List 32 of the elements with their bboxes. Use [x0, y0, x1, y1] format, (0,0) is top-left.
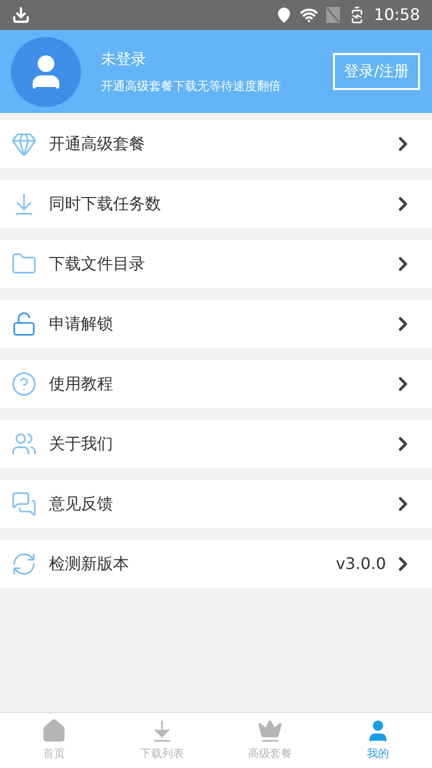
menu-item[interactable]: 开通高级套餐	[0, 120, 432, 168]
refresh-icon	[11, 551, 37, 577]
menu-label: 检测新版本	[49, 553, 130, 575]
download-icon	[12, 6, 30, 24]
menu-label: 申请解锁	[49, 313, 114, 335]
menu-label: 关于我们	[49, 433, 114, 455]
menu-item[interactable]: 下载文件目录	[0, 240, 432, 288]
home-icon	[41, 718, 67, 744]
crown-icon	[257, 718, 283, 744]
menu-item[interactable]: 使用教程	[0, 360, 432, 408]
menu-label: 下载文件目录	[49, 253, 146, 275]
menu-label: 意见反馈	[49, 493, 114, 515]
version-text: v3.0.0	[336, 553, 386, 575]
menu-label: 使用教程	[49, 373, 114, 395]
diamond-icon	[11, 131, 37, 157]
subtitle: 开通高级套餐下载无等待速度翻倍	[101, 78, 282, 95]
people-icon	[11, 431, 37, 457]
clock-time: 10:58	[374, 4, 420, 26]
question-icon	[11, 371, 37, 397]
wifi-icon	[300, 6, 318, 24]
menu-item[interactable]: 同时下载任务数	[0, 180, 432, 228]
menu-item[interactable]: 关于我们	[0, 420, 432, 468]
menu-item[interactable]: 申请解锁	[0, 300, 432, 348]
user-name: 未登录	[101, 49, 147, 70]
menu-item[interactable]: 检测新版本 v3.0.0	[0, 540, 432, 588]
chat-bubbles-icon	[11, 491, 37, 517]
unlock-icon	[11, 311, 37, 337]
location-icon	[276, 7, 292, 23]
menu-label: 开通高级套餐	[49, 133, 146, 155]
menu-item[interactable]: 意见反馈	[0, 480, 432, 528]
menu-label: 同时下载任务数	[49, 193, 162, 215]
no-signal-icon	[326, 7, 340, 23]
